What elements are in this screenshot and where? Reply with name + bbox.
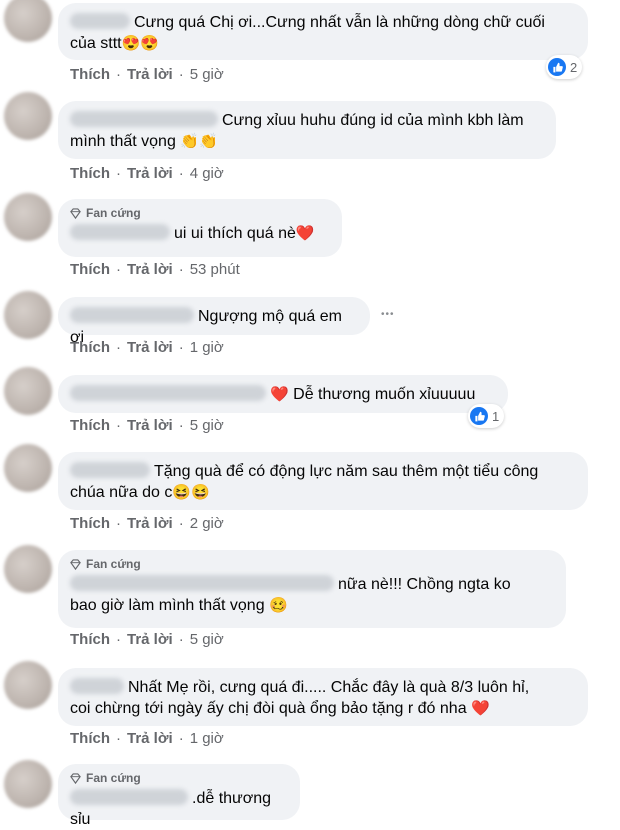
heart-emoji: ❤️	[295, 225, 315, 242]
avatar[interactable]	[4, 367, 52, 415]
fan-badge[interactable]: Fan cứng	[70, 771, 286, 785]
avatar[interactable]	[4, 545, 52, 593]
comment-text: Nhất Mẹ rồi, cưng quá đi..... Chắc đây l…	[70, 678, 530, 717]
reply-link[interactable]: Trả lời	[127, 730, 173, 747]
comment-actions: Thích · Trả lời · 5 giờ	[70, 631, 224, 648]
comment-text: Tặng quà để có động lực năm sau thêm một…	[70, 462, 539, 501]
comment-bubble: Fan cứng nữa nè!!! Chồng ngta ko bao giờ…	[58, 550, 566, 628]
comment-bubble: Fan cứng ui ui thích quá nè❤️	[58, 199, 342, 257]
like-reaction-icon	[470, 407, 488, 425]
avatar[interactable]	[4, 760, 52, 808]
comment-actions: Thích · Trả lời · 4 giờ	[70, 165, 224, 182]
reply-link[interactable]: Trả lời	[127, 631, 173, 648]
comment-bubble: Ngượng mộ quá em ơi	[58, 297, 370, 346]
timestamp[interactable]: 5 giờ	[190, 417, 224, 434]
reply-link[interactable]: Trả lời	[127, 417, 173, 434]
comment-actions: Thích · Trả lời · 2 giờ	[70, 515, 224, 532]
comment-text: Cưng quá Chị ơi...Cưng nhất vẫn là những…	[70, 13, 545, 52]
reaction-count[interactable]: 1	[468, 404, 505, 428]
like-link[interactable]: Thích	[70, 339, 110, 356]
like-link[interactable]: Thích	[70, 417, 110, 434]
timestamp[interactable]: 5 giờ	[190, 66, 224, 83]
blurred-author-name[interactable]	[70, 575, 334, 591]
timestamp[interactable]: 53 phút	[190, 261, 240, 278]
more-options-icon[interactable]: •••	[381, 309, 395, 320]
blurred-author-name[interactable]	[70, 789, 188, 805]
reaction-count[interactable]: 2	[546, 55, 583, 79]
comment-actions: Thích · Trả lời · 5 giờ	[70, 417, 224, 434]
comment-bubble: Cưng quá Chị ơi...Cưng nhất vẫn là những…	[58, 3, 588, 60]
comment-actions: Thích · Trả lời · 53 phút	[70, 261, 240, 278]
reply-link[interactable]: Trả lời	[127, 165, 173, 182]
blurred-author-name[interactable]	[70, 678, 124, 694]
avatar[interactable]	[4, 193, 52, 241]
like-link[interactable]: Thích	[70, 631, 110, 648]
avatar[interactable]	[4, 92, 52, 140]
comment-bubble: ❤️ Dễ thương muốn xỉuuuuu	[58, 375, 508, 413]
timestamp[interactable]: 4 giờ	[190, 165, 224, 182]
blurred-author-name[interactable]	[70, 385, 266, 401]
reply-link[interactable]: Trả lời	[127, 515, 173, 532]
avatar[interactable]	[4, 291, 52, 339]
comment-bubble: Tặng quà để có động lực năm sau thêm một…	[58, 452, 588, 510]
heart-emoji: ❤️	[471, 700, 490, 717]
timestamp[interactable]: 2 giờ	[190, 515, 224, 532]
like-reaction-icon	[548, 58, 566, 76]
diamond-icon	[70, 558, 81, 570]
heart-emoji: ❤️	[270, 386, 289, 403]
comment-bubble: Cưng xỉuu huhu đúng id của mình kbh làm …	[58, 101, 556, 159]
avatar[interactable]	[4, 0, 52, 42]
comment-actions: Thích · Trả lời · 1 giờ	[70, 730, 224, 747]
blurred-author-name[interactable]	[70, 13, 130, 29]
blurred-author-name[interactable]	[70, 224, 170, 240]
blurred-author-name[interactable]	[70, 307, 194, 323]
comment-bubble: Nhất Mẹ rồi, cưng quá đi..... Chắc đây l…	[58, 668, 588, 726]
emoji: 😆😆	[172, 484, 210, 501]
avatar[interactable]	[4, 661, 52, 709]
diamond-icon	[70, 772, 81, 784]
emoji: 🥴	[269, 597, 288, 614]
comment-bubble: Fan cứng .dễ thương sỉu	[58, 764, 300, 828]
blurred-author-name[interactable]	[70, 462, 150, 478]
emoji: 👏👏	[180, 133, 218, 150]
reply-link[interactable]: Trả lời	[127, 66, 173, 83]
timestamp[interactable]: 5 giờ	[190, 631, 224, 648]
comment-text: ❤️ Dễ thương muốn xỉuuuuu	[70, 384, 494, 405]
comment-text: Cưng xỉuu huhu đúng id của mình kbh làm …	[70, 111, 524, 150]
like-link[interactable]: Thích	[70, 66, 110, 83]
comment-actions: Thích · Trả lời · 1 giờ	[70, 339, 224, 356]
fan-badge[interactable]: Fan cứng	[70, 557, 552, 571]
reply-link[interactable]: Trả lời	[127, 339, 173, 356]
reply-link[interactable]: Trả lời	[127, 261, 173, 278]
timestamp[interactable]: 1 giờ	[190, 730, 224, 747]
fan-badge[interactable]: Fan cứng	[70, 206, 328, 220]
diamond-icon	[70, 207, 81, 219]
like-link[interactable]: Thích	[70, 515, 110, 532]
comment-text: nữa nè!!! Chồng ngta ko bao giờ làm mình…	[70, 575, 511, 614]
blurred-author-name[interactable]	[70, 111, 218, 127]
avatar[interactable]	[4, 444, 52, 492]
comment-actions: Thích · Trả lời · 5 giờ	[70, 66, 224, 83]
timestamp[interactable]: 1 giờ	[190, 339, 224, 356]
comment-text: ui ui thích quá nè❤️	[70, 223, 328, 244]
comment-text: .dễ thương sỉu	[70, 789, 272, 828]
like-link[interactable]: Thích	[70, 261, 110, 278]
like-link[interactable]: Thích	[70, 165, 110, 182]
like-link[interactable]: Thích	[70, 730, 110, 747]
emoji: 😍😍	[121, 35, 159, 52]
